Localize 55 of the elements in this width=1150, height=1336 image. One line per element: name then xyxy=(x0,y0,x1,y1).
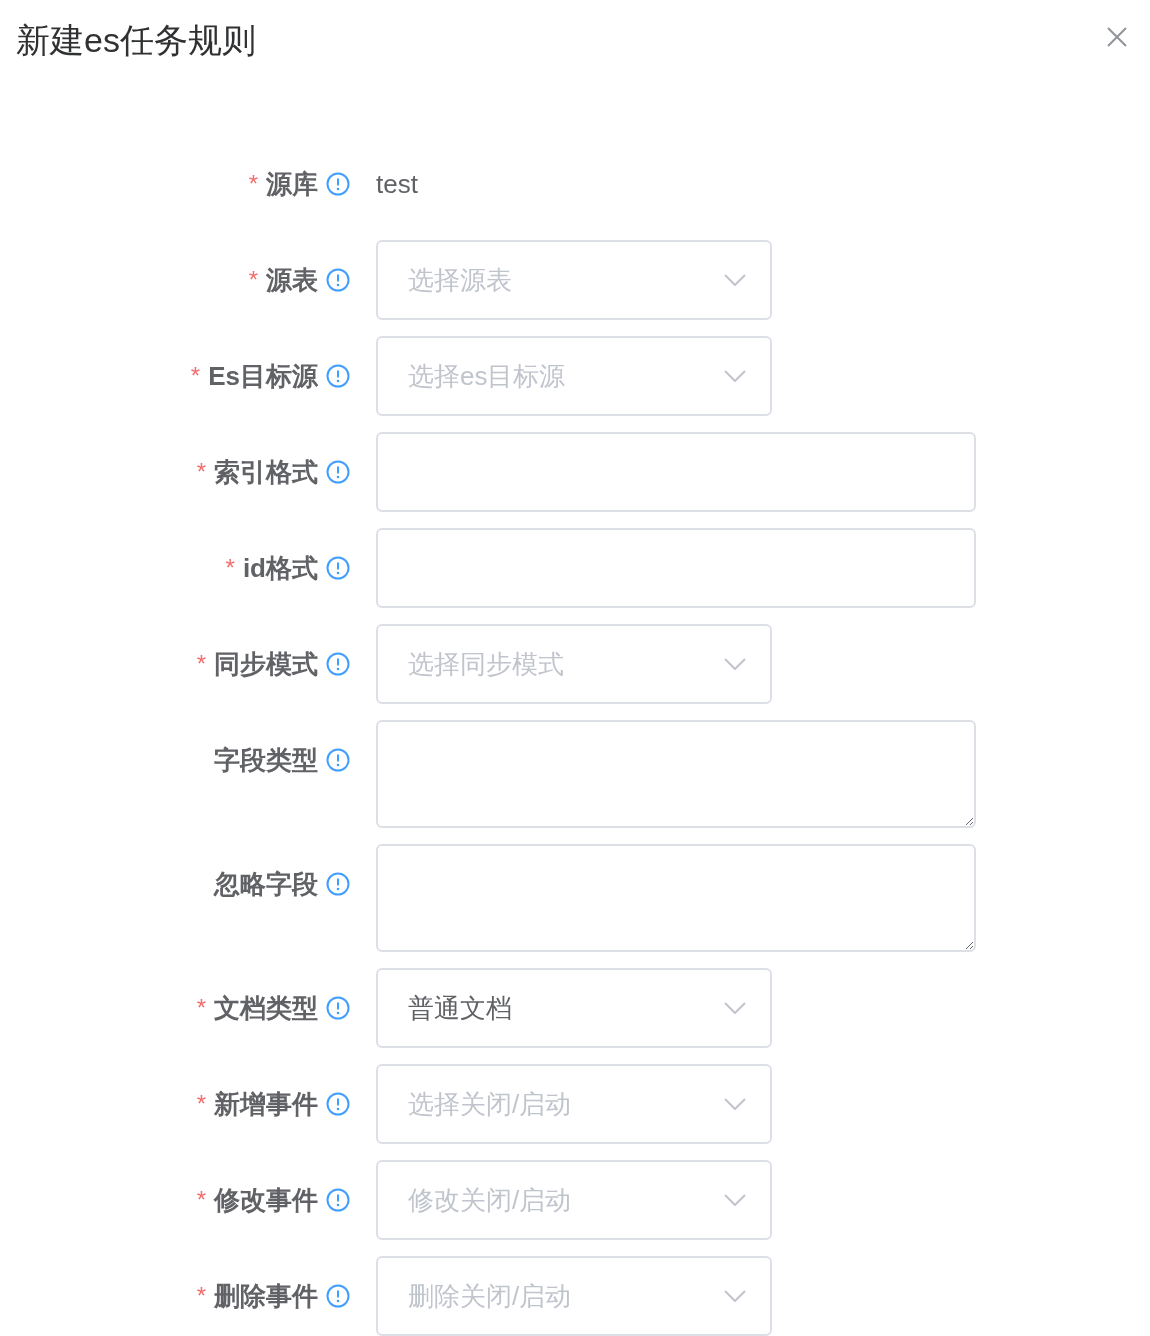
input-field[interactable] xyxy=(376,720,976,828)
required-asterisk: * xyxy=(196,460,206,484)
info-icon xyxy=(326,996,350,1020)
info-icon xyxy=(326,172,350,196)
chevron-down-icon xyxy=(724,274,746,286)
field-value: test xyxy=(376,168,418,201)
info-icon xyxy=(326,1284,350,1308)
info-icon xyxy=(326,1188,350,1212)
chevron-down-icon xyxy=(724,370,746,382)
info-icon xyxy=(326,1092,350,1116)
required-asterisk: * xyxy=(196,1284,206,1308)
field-label: id格式 xyxy=(242,551,318,585)
field-label: Es目标源 xyxy=(208,359,318,393)
dropdown[interactable]: 选择同步模式 xyxy=(376,624,772,704)
field-label: 文档类型 xyxy=(214,991,318,1025)
chevron-down-icon xyxy=(724,1002,746,1014)
chevron-down-icon xyxy=(724,1098,746,1110)
info-icon xyxy=(326,652,350,676)
field-label: 修改事件 xyxy=(214,1183,318,1217)
field-label: 源表 xyxy=(266,263,318,297)
input-field[interactable] xyxy=(376,432,976,512)
field-label: 新增事件 xyxy=(214,1087,318,1121)
field-label: 索引格式 xyxy=(214,455,318,489)
required-asterisk: * xyxy=(248,268,258,292)
required-asterisk: * xyxy=(196,996,206,1020)
input-field[interactable] xyxy=(376,844,976,952)
info-icon xyxy=(326,268,350,292)
info-icon xyxy=(326,748,350,772)
field-label: 字段类型 xyxy=(214,743,318,777)
field-label: 删除事件 xyxy=(214,1279,318,1313)
field-label: 忽略字段 xyxy=(214,867,318,901)
dropdown[interactable]: 普通文档 xyxy=(376,968,772,1048)
required-asterisk: * xyxy=(196,1092,206,1116)
required-asterisk: * xyxy=(190,364,201,388)
info-icon xyxy=(326,872,350,896)
chevron-down-icon xyxy=(724,1194,746,1206)
info-icon xyxy=(326,460,350,484)
close-icon xyxy=(1106,26,1128,48)
chevron-down-icon xyxy=(724,658,746,670)
chevron-down-icon xyxy=(724,1290,746,1302)
field-label: 源库 xyxy=(266,167,318,201)
info-icon xyxy=(326,364,350,388)
dialog-title: 新建es任务规则 xyxy=(16,20,256,61)
required-asterisk: * xyxy=(225,556,235,580)
dropdown[interactable]: 选择源表 xyxy=(376,240,772,320)
required-asterisk: * xyxy=(248,172,258,196)
info-icon xyxy=(326,556,350,580)
dropdown[interactable]: 删除关闭/启动 xyxy=(376,1256,772,1336)
input-field[interactable] xyxy=(376,528,976,608)
dropdown[interactable]: 修改关闭/启动 xyxy=(376,1160,772,1240)
field-label: 同步模式 xyxy=(214,647,318,681)
dropdown[interactable]: 选择es目标源 xyxy=(376,336,772,416)
required-asterisk: * xyxy=(196,652,206,676)
dropdown[interactable]: 选择关闭/启动 xyxy=(376,1064,772,1144)
required-asterisk: * xyxy=(196,1188,206,1212)
